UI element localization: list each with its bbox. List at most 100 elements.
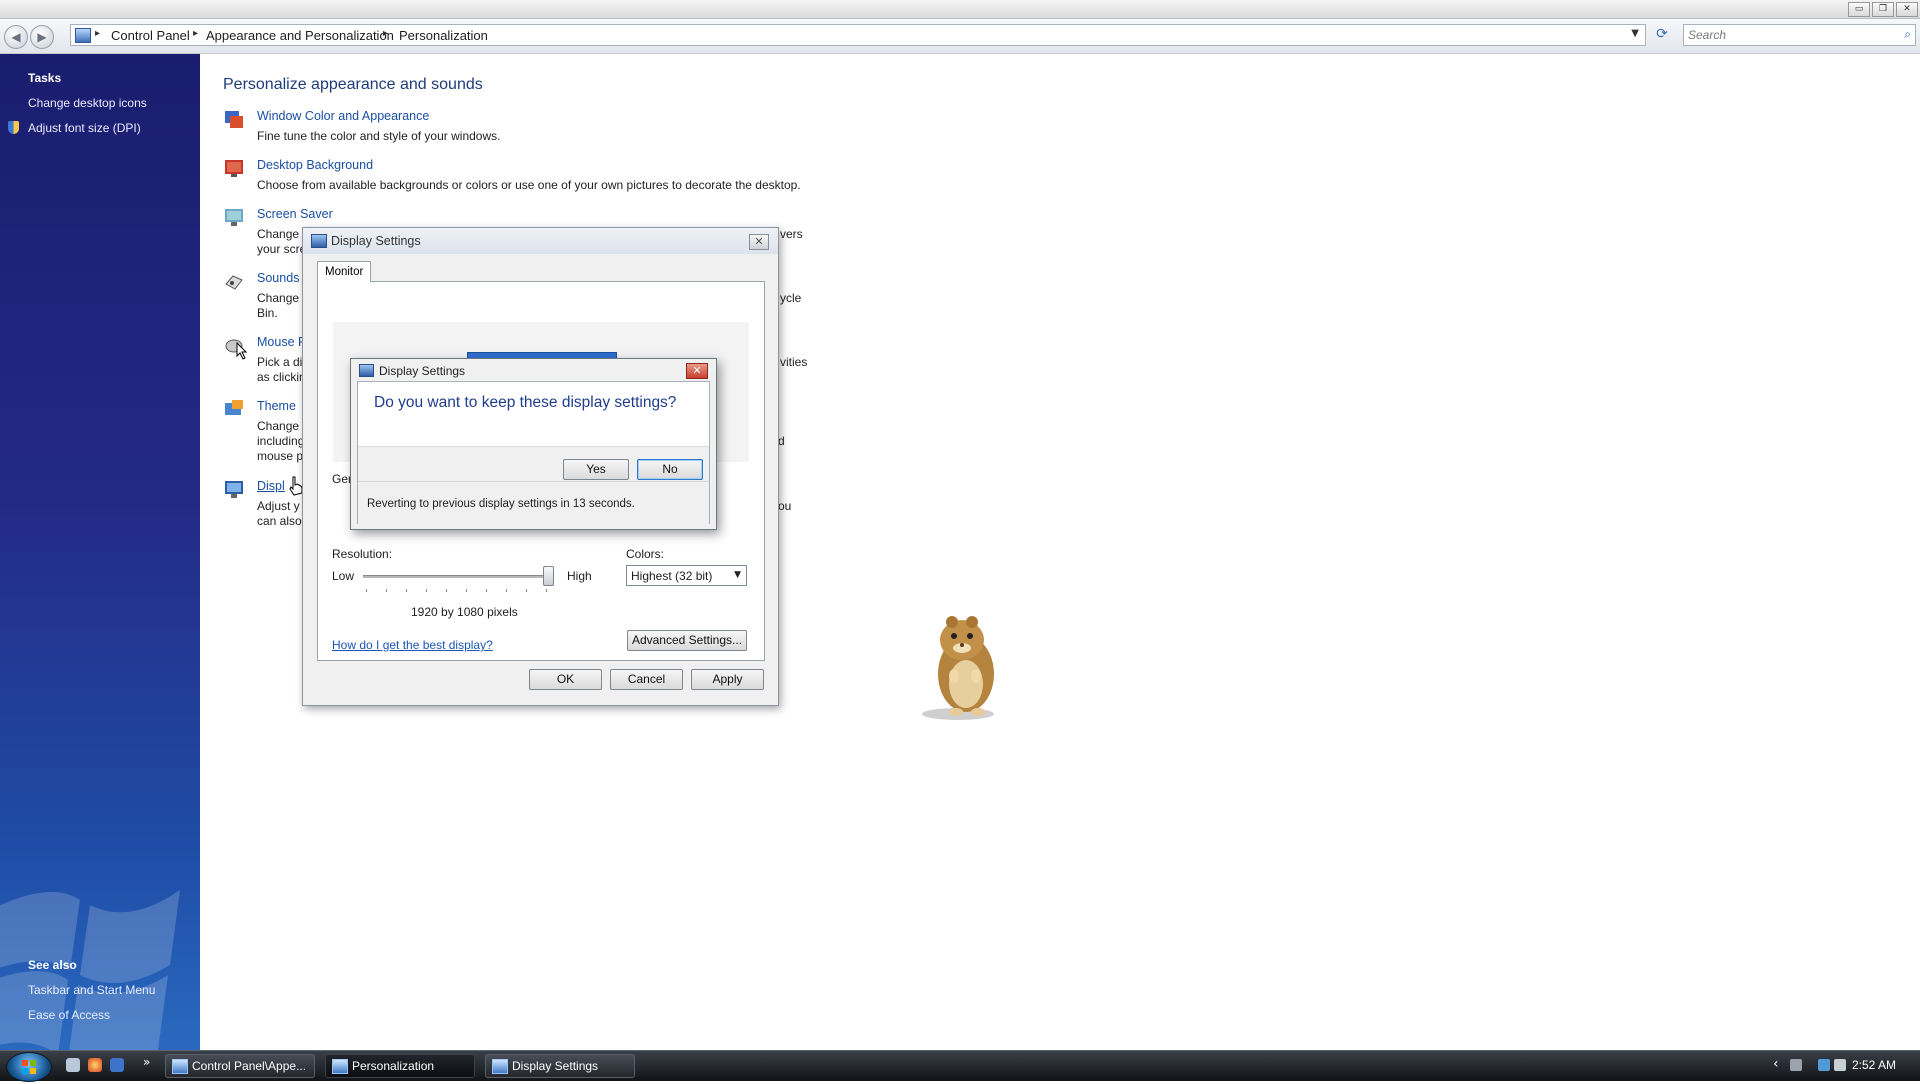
taskbar: » Control Panel\Appe... Personalization …: [0, 1050, 1920, 1082]
desc-mouse-2: as clickin: [257, 370, 306, 384]
close-icon[interactable]: ✕: [749, 234, 769, 250]
desc-theme-1: Change: [257, 419, 300, 433]
breadcrumb-appearance[interactable]: Appearance and Personalization: [206, 28, 394, 43]
quicklaunch-overflow[interactable]: »: [143, 1055, 150, 1069]
display-settings-icon: [492, 1059, 508, 1074]
address-field[interactable]: ▸ Control Panel ▸ Appearance and Persona…: [70, 24, 1646, 46]
link-desktop-background[interactable]: Desktop Background: [257, 158, 373, 172]
hamster-desktop-pet: [922, 616, 994, 720]
no-button[interactable]: No: [637, 459, 703, 480]
resolution-low-label: Low: [332, 569, 355, 583]
link-window-color-appearance[interactable]: Window Color and Appearance: [257, 109, 429, 123]
confirm-dialog-icon: [359, 364, 374, 377]
ok-button[interactable]: OK: [529, 669, 602, 690]
breadcrumb-personalization[interactable]: Personalization: [399, 28, 488, 43]
colors-dropdown[interactable]: Highest (32 bit) ▼: [626, 565, 747, 586]
control-panel-icon: [75, 28, 91, 43]
network-icon[interactable]: [1818, 1059, 1830, 1071]
revert-countdown: Reverting to previous display settings i…: [367, 498, 635, 510]
shield-icon: [8, 121, 19, 134]
resolution-value: 1920 by 1080 pixels: [411, 605, 518, 619]
desc-mouse-tail: vities: [780, 355, 808, 369]
best-display-help-link[interactable]: How do I get the best display?: [332, 638, 493, 652]
address-dropdown-icon[interactable]: ▼: [1631, 28, 1639, 39]
tab-monitor[interactable]: Monitor: [317, 261, 372, 282]
slider-tick: [446, 589, 447, 592]
resolution-slider-track[interactable]: [363, 575, 548, 578]
slider-tick: [386, 589, 387, 592]
taskbar-button-control-panel[interactable]: Control Panel\Appe...: [165, 1054, 315, 1078]
see-also-ease-of-access[interactable]: Ease of Access: [28, 1008, 110, 1022]
desktop-background-icon: [223, 157, 245, 179]
colors-label: Colors:: [626, 547, 665, 561]
display-settings-window-icon: [311, 234, 327, 248]
minimize-button[interactable]: ▭: [1848, 2, 1870, 17]
windows-flag-icon: [22, 1060, 36, 1074]
desc-screen-saver-1: Change: [257, 227, 300, 241]
tasks-heading: Tasks: [28, 71, 62, 85]
quicklaunch-browser-icon[interactable]: [88, 1058, 102, 1072]
breadcrumb-separator: ▸: [383, 28, 389, 39]
start-button[interactable]: [6, 1052, 52, 1082]
close-icon[interactable]: ✕: [686, 363, 708, 379]
quicklaunch-show-desktop-icon[interactable]: [110, 1058, 124, 1072]
arrow-cursor-icon: [236, 342, 248, 360]
display-settings-titlebar[interactable]: Display Settings ✕: [303, 228, 778, 254]
cancel-button[interactable]: Cancel: [610, 669, 683, 690]
desc-mouse-1: Pick a di: [257, 355, 303, 369]
slider-tick: [466, 589, 467, 592]
footer-divider: [358, 481, 709, 482]
navigation-bar: ◀ ▶ ▸ Control Panel ▸ Appearance and Per…: [0, 19, 1920, 54]
resolution-slider-thumb[interactable]: [543, 566, 554, 586]
link-screen-saver[interactable]: Screen Saver: [257, 207, 333, 221]
desc-theme-3: mouse p: [257, 449, 304, 463]
search-icon[interactable]: ⌕: [1904, 27, 1911, 42]
breadcrumb-control-panel[interactable]: Control Panel: [111, 28, 190, 43]
task-pane: Tasks Change desktop icons Adjust font s…: [0, 54, 200, 1050]
taskbar-clock[interactable]: 2:52 AM: [1852, 1058, 1896, 1072]
slider-tick: [366, 589, 367, 592]
link-mouse-pointers[interactable]: Mouse P: [257, 335, 306, 349]
task-adjust-font-size[interactable]: Adjust font size (DPI): [28, 121, 141, 135]
confirm-dialog-title: Display Settings: [379, 364, 466, 378]
volume-icon[interactable]: [1834, 1059, 1846, 1071]
tray-device-icon[interactable]: [1790, 1059, 1802, 1071]
chevron-down-icon[interactable]: ▼: [734, 570, 741, 580]
screen-saver-icon: [223, 206, 245, 228]
forward-button[interactable]: ▶: [30, 25, 54, 49]
close-window-button[interactable]: ✕: [1896, 2, 1918, 17]
desc-screen-saver-tail: vers: [780, 227, 803, 241]
apply-button[interactable]: Apply: [691, 669, 764, 690]
personalization-icon: [332, 1059, 348, 1074]
desc-display-2: can also: [257, 514, 302, 528]
desc-display-tail: ou: [778, 499, 792, 513]
slider-tick: [426, 589, 427, 592]
display-settings-icon: [223, 478, 245, 500]
search-input[interactable]: Search ⌕: [1683, 24, 1916, 46]
control-panel-icon: [172, 1059, 188, 1074]
breadcrumb-separator: ▸: [193, 28, 199, 39]
keep-settings-dialog: Display Settings ✕ Do you want to keep t…: [350, 358, 717, 530]
quicklaunch-switch-windows-icon[interactable]: [66, 1058, 80, 1072]
desc-sounds-2: Bin.: [257, 306, 278, 320]
advanced-settings-button[interactable]: Advanced Settings...: [627, 630, 747, 651]
taskbar-button-display-settings[interactable]: Display Settings: [485, 1054, 635, 1078]
general-label-partial: Ger: [332, 472, 353, 486]
refresh-icon[interactable]: ⟳: [1652, 26, 1672, 44]
slider-tick: [406, 589, 407, 592]
see-also-taskbar-start-menu[interactable]: Taskbar and Start Menu: [28, 983, 155, 997]
back-button[interactable]: ◀: [4, 25, 28, 49]
link-display-settings[interactable]: Displ: [257, 479, 285, 493]
theme-icon: [223, 398, 245, 420]
breadcrumb-separator: ▸: [95, 28, 101, 39]
link-sounds[interactable]: Sounds: [257, 271, 299, 285]
taskbar-button-personalization[interactable]: Personalization: [325, 1054, 475, 1078]
yes-button[interactable]: Yes: [563, 459, 629, 480]
sounds-icon: [223, 270, 245, 292]
link-theme[interactable]: Theme: [257, 399, 296, 413]
tray-expand-arrow[interactable]: ‹: [1773, 1056, 1779, 1072]
desc-display-1: Adjust y: [257, 499, 300, 513]
restore-button[interactable]: ❐: [1872, 2, 1894, 17]
task-change-desktop-icons[interactable]: Change desktop icons: [28, 96, 147, 110]
desc-desktop-background: Choose from available backgrounds or col…: [257, 178, 801, 192]
